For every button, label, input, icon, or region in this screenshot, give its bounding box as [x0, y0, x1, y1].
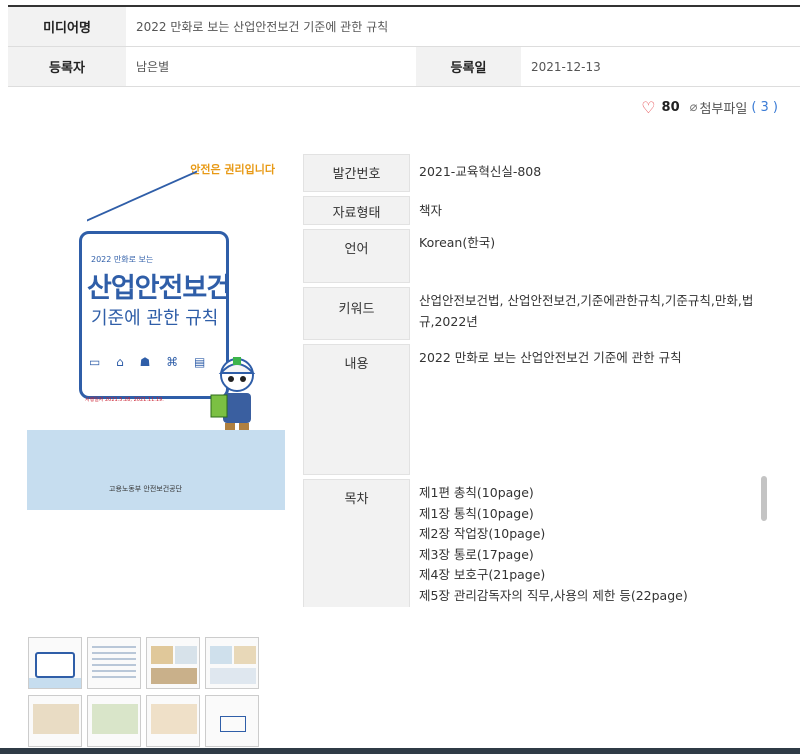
- toc-list[interactable]: 제1편 총칙(10page) 제1장 통칙(10page) 제2장 작업장(10…: [410, 479, 783, 607]
- author-label: 등록자: [8, 47, 126, 86]
- heart-icon[interactable]: ♡: [641, 98, 655, 117]
- detail-table[interactable]: 발간번호 2021-교육혁신실-808 자료형태 책자 언어 Korean(한국…: [303, 154, 783, 607]
- like-count: 80: [661, 100, 680, 115]
- author-value: 남은별: [136, 60, 170, 74]
- attachment-count[interactable]: ( 3 ): [751, 100, 778, 115]
- detail-row-toc: 목차 제1편 총칙(10page) 제1장 통칙(10page) 제2장 작업장…: [303, 479, 783, 607]
- toc-item: 제4장 보호구(21page): [419, 567, 546, 582]
- date-value: 2021-12-13: [531, 59, 601, 74]
- meta-line: ♡ 80 ⌀ 첨부파일 ( 3 ): [641, 98, 778, 117]
- cover-date-note: 시행일자 2021.5.28, 2021.11.19.: [85, 397, 164, 403]
- toc-item: 제1편 총칙(10page): [419, 485, 534, 500]
- thumbnail-page-6[interactable]: [87, 695, 141, 747]
- thumbnail-page-2[interactable]: [87, 637, 141, 689]
- toc-item: 제3장 통로(17page): [419, 546, 534, 562]
- thumbnail-page-8[interactable]: [205, 695, 259, 747]
- info-row-author: 등록자 남은별 등록일 2021-12-13: [8, 47, 800, 87]
- footer-band: [0, 748, 800, 754]
- keywords-label: 키워드: [303, 287, 410, 340]
- cover-title-2: 기준에 관한 규칙: [91, 308, 219, 329]
- publish-no-label: 발간번호: [303, 154, 410, 192]
- format-value: 책자: [419, 203, 443, 218]
- info-table: 미디어명 2022 만화로 보는 산업안전보건 기준에 관한 규칙 등록자 남은…: [8, 5, 800, 87]
- thumbnail-page-5[interactable]: [28, 695, 82, 747]
- cover-icons: ▭ ⌂ ☗ ⌘ ▤: [89, 355, 212, 369]
- toc-label: 목차: [303, 479, 410, 607]
- media-value: 2022 만화로 보는 산업안전보건 기준에 관한 규칙: [136, 20, 389, 34]
- cover-subtitle: 2022 만화로 보는: [91, 255, 154, 264]
- cover-bottom-band: [27, 430, 285, 510]
- cover-image: 안전은 권리입니다 2022 만화로 보는 산업안전보건 기준에 관한 규칙 ▭…: [27, 153, 285, 510]
- detail-row-publish-no: 발간번호 2021-교육혁신실-808: [303, 154, 783, 192]
- thumbnail-page-1[interactable]: [28, 637, 82, 689]
- content-label: 내용: [303, 344, 410, 475]
- language-value: Korean(한국): [419, 235, 496, 250]
- toc-item: 제1장 통칙(10page): [419, 505, 534, 521]
- detail-row-keywords: 키워드 산업안전보건법, 산업안전보건,기준에관한규칙,기준규칙,만화,법규,2…: [303, 287, 783, 340]
- keywords-value: 산업안전보건법, 산업안전보건,기준에관한규칙,기준규칙,만화,법규,2022년: [419, 293, 754, 329]
- media-label: 미디어명: [8, 7, 126, 46]
- format-label: 자료형태: [303, 196, 410, 225]
- toc-item: 제2장 작업장(10page): [419, 526, 546, 541]
- thumbnail-page-3[interactable]: [146, 637, 200, 689]
- cover-title: 산업안전보건: [87, 273, 231, 304]
- detail-row-format: 자료형태 책자: [303, 196, 783, 225]
- detail-row-content: 내용 2022 만화로 보는 산업안전보건 기준에 관한 규칙: [303, 344, 783, 475]
- toc-item: 제5장 관리감독자의 직무,사용의 제한 등(22page): [419, 587, 688, 603]
- cover-top-logo: 안전은 권리입니다: [190, 163, 275, 176]
- paperclip-icon: ⌀: [689, 100, 698, 115]
- thumbnail-page-7[interactable]: [146, 695, 200, 747]
- publish-no-value: 2021-교육혁신실-808: [419, 164, 542, 179]
- mascot-illustration: [210, 357, 256, 435]
- cover-footer-logos: 고용노동부 안전보건공단: [109, 485, 183, 493]
- thumbnail-page-4[interactable]: [205, 637, 259, 689]
- info-row-media: 미디어명 2022 만화로 보는 산업안전보건 기준에 관한 규칙: [8, 7, 800, 47]
- language-label: 언어: [303, 229, 410, 283]
- date-label: 등록일: [416, 47, 521, 86]
- attachment-link[interactable]: 첨부파일: [699, 98, 747, 117]
- detail-row-language: 언어 Korean(한국): [303, 229, 783, 283]
- toc-scrollbar[interactable]: [761, 476, 767, 521]
- content-value: 2022 만화로 보는 산업안전보건 기준에 관한 규칙: [419, 350, 682, 365]
